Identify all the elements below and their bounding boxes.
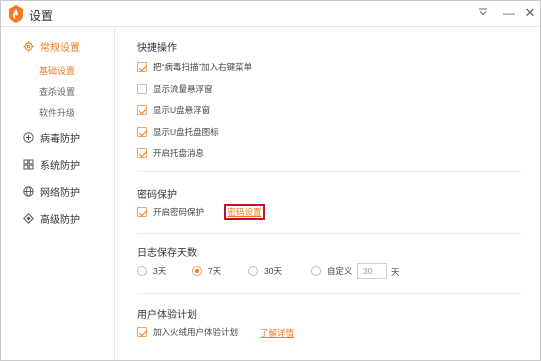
option-label: 开启托盘消息 (153, 148, 205, 158)
window-title: 设置 (29, 9, 54, 23)
globe-icon (23, 185, 34, 197)
checkbox-unchecked[interactable] (137, 84, 147, 94)
huorong-logo-icon (9, 5, 23, 23)
option-enable-tray-messages[interactable]: 开启托盘消息 (137, 147, 204, 159)
radio-7-days[interactable]: 7天 (192, 265, 221, 277)
radio-label: 3天 (153, 266, 167, 276)
divider (137, 171, 521, 172)
minimize-button[interactable]: — (499, 4, 519, 22)
option-join-ux-plan[interactable]: 加入火绒用户体验计划 (137, 326, 238, 338)
grid-icon (23, 159, 34, 170)
option-enable-password[interactable]: 开启密码保护 (137, 206, 204, 218)
option-add-scan-to-context-menu[interactable]: 把“病毒扫描”加入右键菜单 (137, 61, 252, 73)
menu-dropdown-icon[interactable] (473, 4, 493, 22)
option-show-traffic-float[interactable]: 显示流量悬浮窗 (137, 83, 213, 95)
password-settings-link[interactable]: 密码设置 (227, 206, 261, 218)
radio-30-days[interactable]: 30天 (248, 265, 282, 277)
sidebar-item-label: 系统防护 (40, 160, 80, 172)
days-unit-label: 天 (391, 267, 400, 277)
sidebar-sub-basic-settings[interactable]: 基础设置 (39, 64, 75, 77)
checkbox-checked[interactable] (137, 127, 147, 137)
radio-custom[interactable]: 自定义 (311, 265, 353, 277)
radio-label: 自定义 (327, 266, 353, 276)
option-label: 显示U盘托盘图标 (153, 127, 219, 137)
section-title-ux-plan: 用户体验计划 (137, 310, 197, 321)
plus-circle-icon (23, 131, 34, 143)
section-title-log-retention: 日志保存天数 (137, 248, 197, 259)
checkbox-checked[interactable] (137, 105, 147, 115)
settings-window: 设置 — ✕ 常规设置 基础设置 查杀设置 软件升级 病毒防护 系统防护 网络防… (0, 0, 541, 361)
sidebar-sub-software-upgrade[interactable]: 软件升级 (39, 106, 75, 119)
sidebar-item-label: 病毒防护 (40, 133, 80, 145)
checkbox-checked[interactable] (137, 207, 147, 217)
radio-unchecked[interactable] (137, 266, 147, 276)
sidebar: 常规设置 基础设置 查杀设置 软件升级 病毒防护 系统防护 网络防护 高级防护 (1, 28, 115, 360)
menu-icon (479, 8, 487, 16)
divider (137, 233, 521, 234)
sidebar-item-virus-protection[interactable]: 病毒防护 (23, 129, 80, 145)
sidebar-item-network-protection[interactable]: 网络防护 (23, 183, 80, 199)
password-settings-highlight: 密码设置 (224, 204, 265, 220)
option-label: 加入火绒用户体验计划 (153, 327, 239, 337)
radio-unchecked[interactable] (311, 266, 321, 276)
radio-label: 7天 (208, 266, 222, 276)
radio-unchecked[interactable] (248, 266, 258, 276)
option-label: 显示U盘悬浮窗 (153, 105, 211, 115)
option-label: 开启密码保护 (153, 207, 205, 217)
sidebar-item-label: 网络防护 (40, 187, 80, 199)
radio-3-days[interactable]: 3天 (137, 265, 166, 277)
checkbox-checked[interactable] (137, 148, 147, 158)
learn-more-link[interactable]: 了解详情 (260, 327, 294, 339)
sidebar-item-advanced-protection[interactable]: 高级防护 (23, 210, 80, 226)
option-label: 显示流量悬浮窗 (153, 84, 213, 94)
sidebar-item-label: 常规设置 (40, 42, 80, 54)
option-show-usb-tray-icon[interactable]: 显示U盘托盘图标 (137, 126, 219, 138)
section-title-password: 密码保护 (137, 190, 177, 201)
option-label: 把“病毒扫描”加入右键菜单 (153, 62, 253, 72)
radio-checked[interactable] (192, 266, 202, 276)
sidebar-item-general-settings[interactable]: 常规设置 (23, 38, 80, 54)
title-bar: 设置 — ✕ (1, 1, 540, 27)
sidebar-item-system-protection[interactable]: 系统防护 (23, 156, 80, 172)
checkbox-checked[interactable] (137, 62, 147, 72)
checkbox-checked[interactable] (137, 327, 147, 337)
sidebar-sub-scan-settings[interactable]: 查杀设置 (39, 85, 75, 98)
divider (137, 293, 521, 294)
option-show-usb-float[interactable]: 显示U盘悬浮窗 (137, 104, 210, 116)
close-button[interactable]: ✕ (520, 4, 540, 22)
custom-days-input[interactable] (357, 263, 387, 279)
diamond-icon (23, 212, 34, 224)
sidebar-item-label: 高级防护 (40, 214, 80, 226)
gear-icon (23, 40, 34, 52)
section-title-shortcuts: 快捷操作 (137, 43, 177, 54)
radio-label: 30天 (264, 266, 282, 276)
